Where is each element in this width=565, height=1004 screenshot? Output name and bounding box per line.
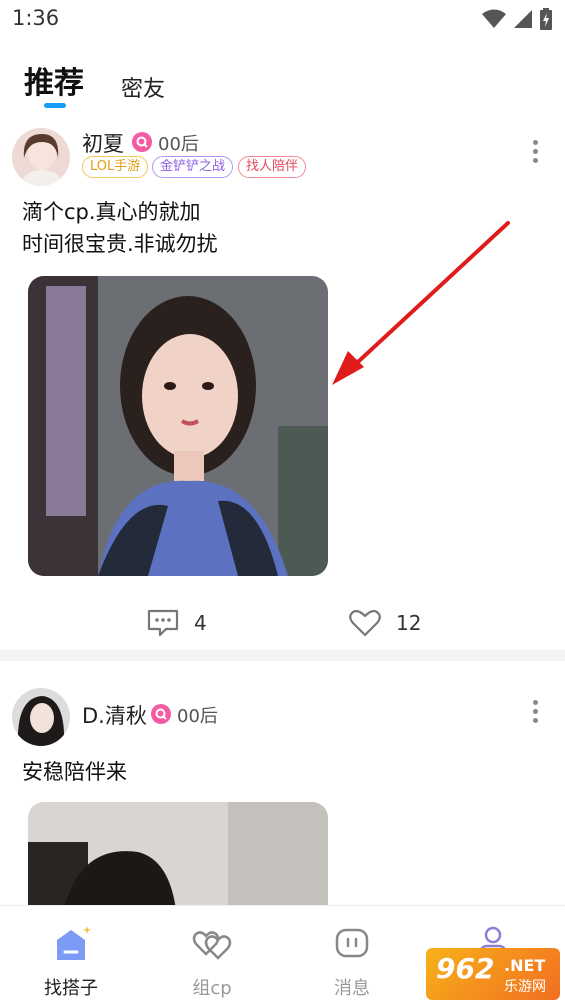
tab-active-indicator	[44, 103, 66, 108]
comment-count: 4	[194, 611, 207, 635]
like-count: 12	[396, 611, 422, 635]
avatar[interactable]	[12, 688, 70, 746]
post-username[interactable]: 初夏	[82, 128, 124, 158]
more-options-icon[interactable]	[533, 140, 541, 167]
battery-icon	[540, 8, 552, 30]
post-photo[interactable]	[28, 276, 328, 576]
site-watermark-logo: 962 .NET 乐游网	[426, 948, 560, 1000]
status-time: 1:36	[12, 6, 60, 30]
app-screen: 1:36 推荐 密友 初夏 00后 LOL手游 金铲铲之战 找人陪伴 滴个cp.…	[0, 0, 565, 1004]
nav-group-cp[interactable]: 组cp	[162, 924, 262, 1000]
post-text: 安稳陪伴来	[22, 756, 127, 788]
post-username[interactable]: D.清秋	[82, 700, 147, 730]
watermark-sub: 乐游网	[504, 979, 546, 995]
message-icon	[335, 928, 369, 958]
post-tag: 金铲铲之战	[152, 156, 234, 178]
post-text-line: 安稳陪伴来	[22, 760, 127, 784]
hearts-icon	[192, 931, 232, 960]
nav-label: 消息	[334, 978, 370, 999]
heart-icon	[349, 609, 381, 637]
nav-messages[interactable]: 消息	[302, 924, 402, 1000]
post-age: 00后	[158, 134, 199, 155]
status-bar: 1:36	[0, 0, 565, 40]
post-divider	[0, 650, 565, 661]
signal-icon	[514, 10, 532, 28]
post-text-line: 滴个cp.真心的就加	[22, 200, 201, 224]
post-card[interactable]: D.清秋 00后 安稳陪伴来	[0, 684, 565, 905]
more-options-icon[interactable]	[533, 700, 541, 727]
post-tag: 找人陪伴	[238, 156, 307, 178]
search-badge-icon	[151, 704, 171, 724]
post-text: 滴个cp.真心的就加 时间很宝贵.非诚勿扰	[22, 196, 218, 260]
watermark-net: .NET	[504, 956, 546, 975]
nav-find-partner[interactable]: 找搭子	[21, 924, 121, 1000]
post-tag: LOL手游	[82, 156, 149, 178]
nav-label: 找搭子	[44, 978, 98, 999]
home-house-icon	[57, 926, 91, 960]
tab-friends[interactable]: 密友	[121, 71, 165, 103]
annotation-arrow	[332, 221, 510, 385]
like-action[interactable]: 12	[348, 608, 421, 638]
watermark-number: 962	[436, 952, 495, 985]
search-badge-icon	[132, 132, 152, 152]
wifi-icon	[482, 9, 506, 28]
comment-action[interactable]: 4	[146, 608, 207, 638]
status-icons	[481, 8, 553, 30]
post-photo[interactable]	[28, 802, 328, 905]
tab-recommend[interactable]: 推荐	[24, 58, 84, 102]
feed-tabs: 推荐 密友	[0, 56, 565, 112]
comment-icon	[147, 609, 179, 637]
post-age: 00后	[177, 706, 218, 727]
nav-label: 组cp	[192, 978, 232, 999]
post-text-line: 时间很宝贵.非诚勿扰	[22, 232, 218, 256]
avatar[interactable]	[12, 128, 70, 186]
